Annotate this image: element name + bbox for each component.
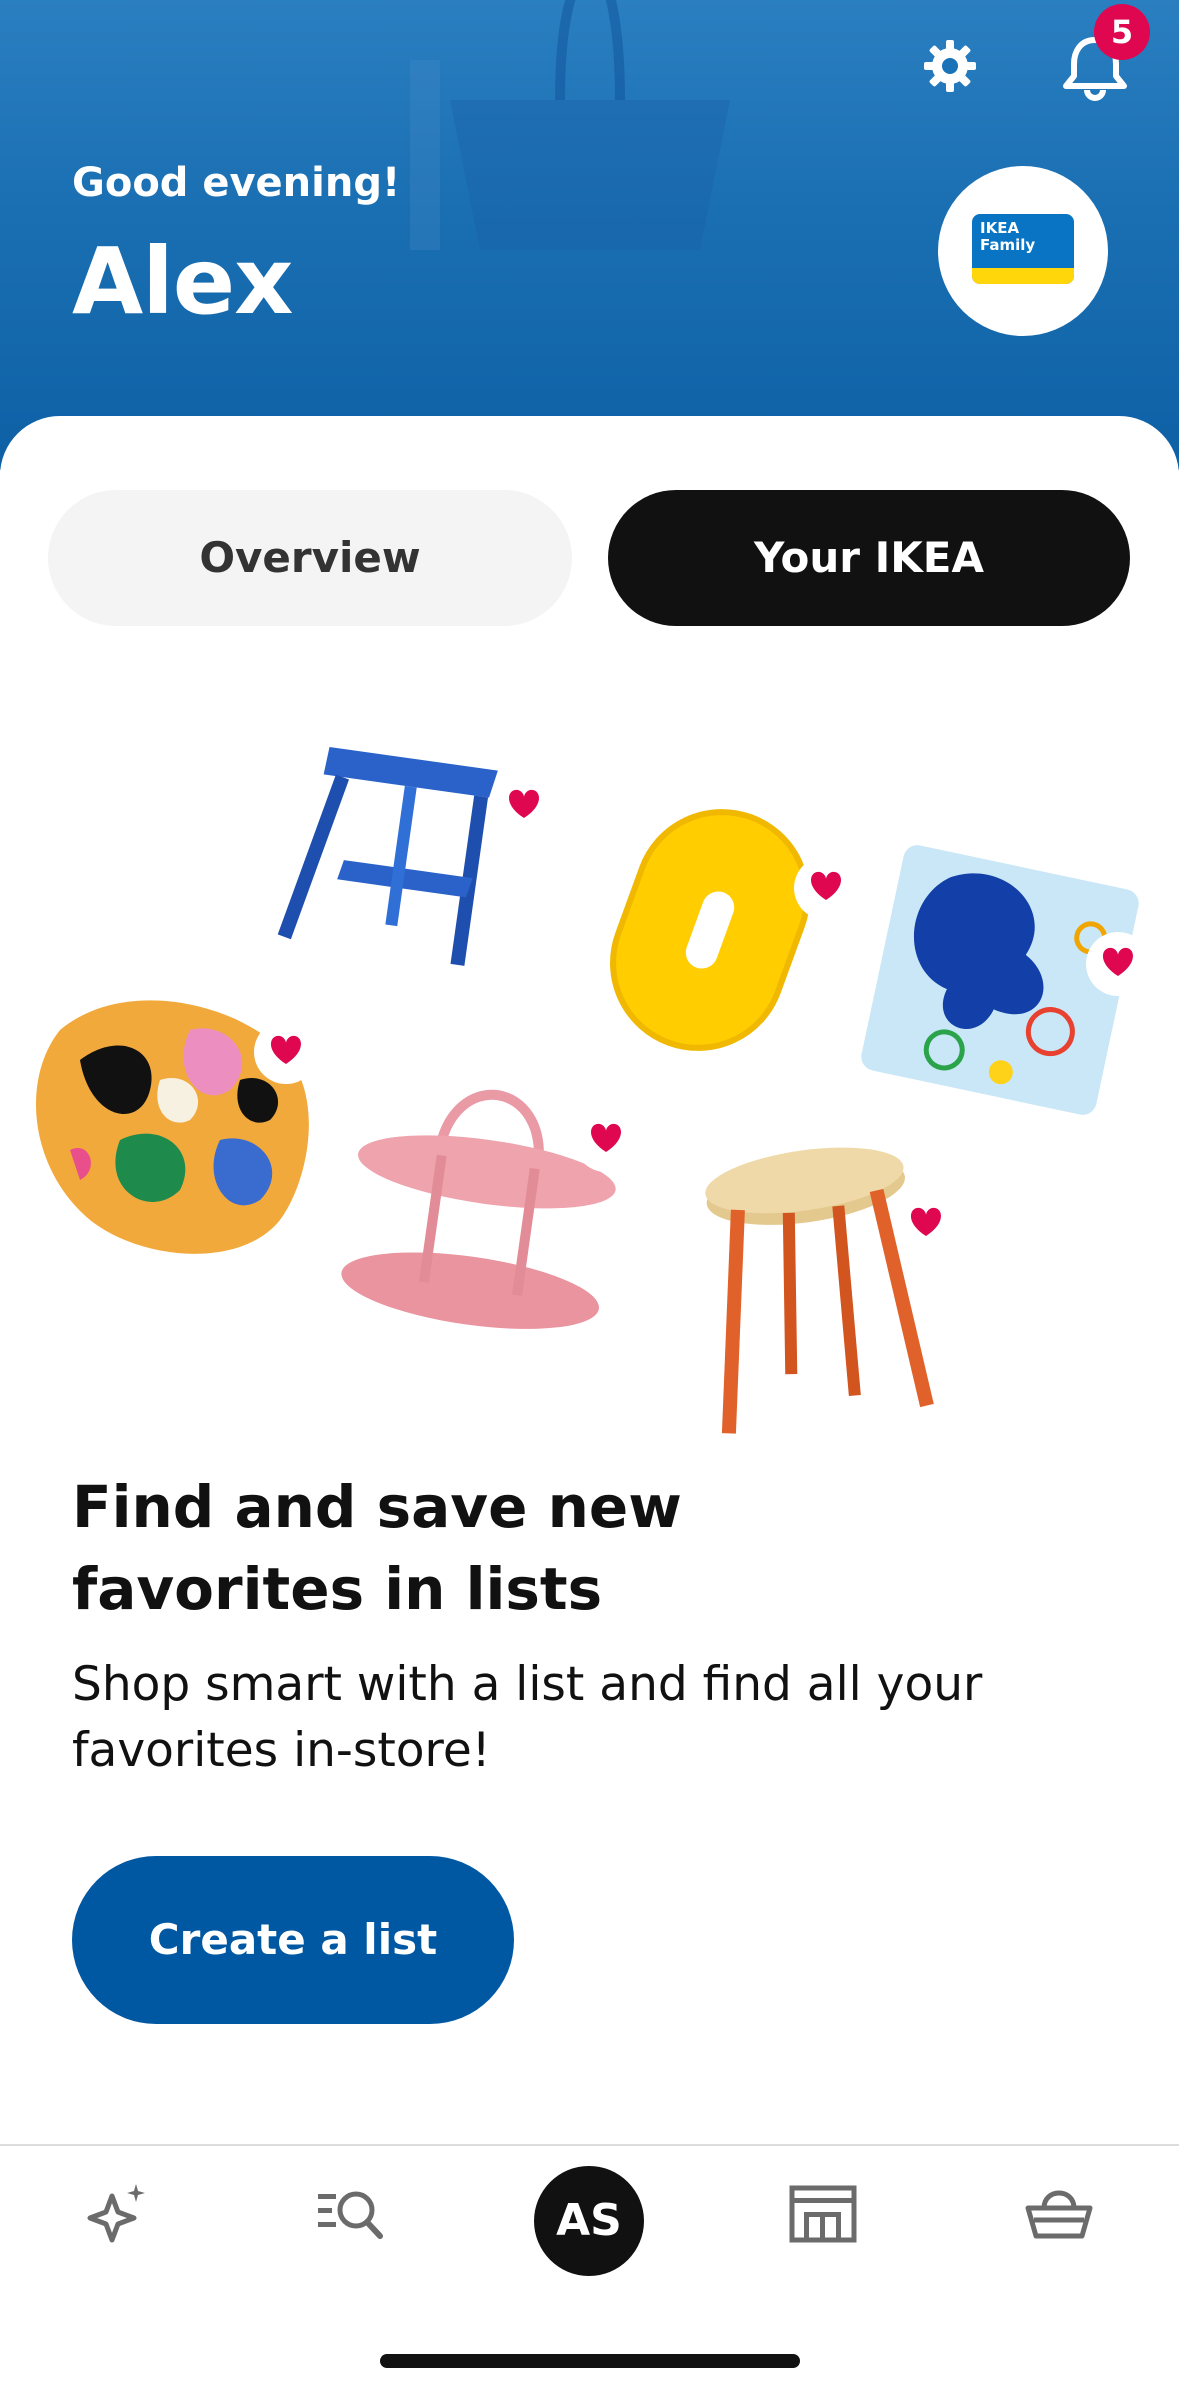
favorites-illustration bbox=[36, 746, 1150, 1434]
store-icon[interactable] bbox=[788, 2178, 858, 2248]
header-banner: Good evening! Alex 5 IKEA Family bbox=[0, 0, 1179, 470]
ikea-family-card-icon: IKEA Family bbox=[972, 214, 1074, 284]
tab-overview[interactable]: Overview bbox=[48, 490, 572, 626]
pink-tray-stand-image bbox=[341, 1089, 616, 1329]
create-list-button[interactable]: Create a list bbox=[72, 1856, 514, 2024]
blue-side-table-image bbox=[277, 746, 498, 966]
yellow-sponge-image bbox=[610, 809, 810, 1051]
shopping-basket-icon[interactable] bbox=[1024, 2178, 1094, 2248]
tab-your-ikea[interactable]: Your IKEA bbox=[608, 490, 1130, 626]
promo-description: Shop smart with a list and find all your… bbox=[72, 1657, 983, 1778]
home-indicator[interactable] bbox=[380, 2354, 800, 2368]
search-icon[interactable] bbox=[316, 2178, 386, 2248]
notification-badge: 5 bbox=[1094, 4, 1150, 60]
greeting-text: Good evening! bbox=[72, 160, 401, 206]
inspiration-sparkle-icon[interactable] bbox=[82, 2178, 152, 2248]
bag-background-image bbox=[410, 0, 730, 250]
orange-stool-image bbox=[705, 1147, 934, 1434]
profile-avatar[interactable]: AS bbox=[534, 2166, 644, 2276]
user-name: Alex bbox=[72, 228, 293, 335]
ikea-family-button[interactable]: IKEA Family bbox=[938, 166, 1108, 336]
family-card-label: IKEA Family bbox=[980, 219, 1036, 254]
promo-title: Find and save new favorites in lists bbox=[72, 1473, 682, 1623]
settings-gear-icon[interactable] bbox=[920, 36, 980, 96]
